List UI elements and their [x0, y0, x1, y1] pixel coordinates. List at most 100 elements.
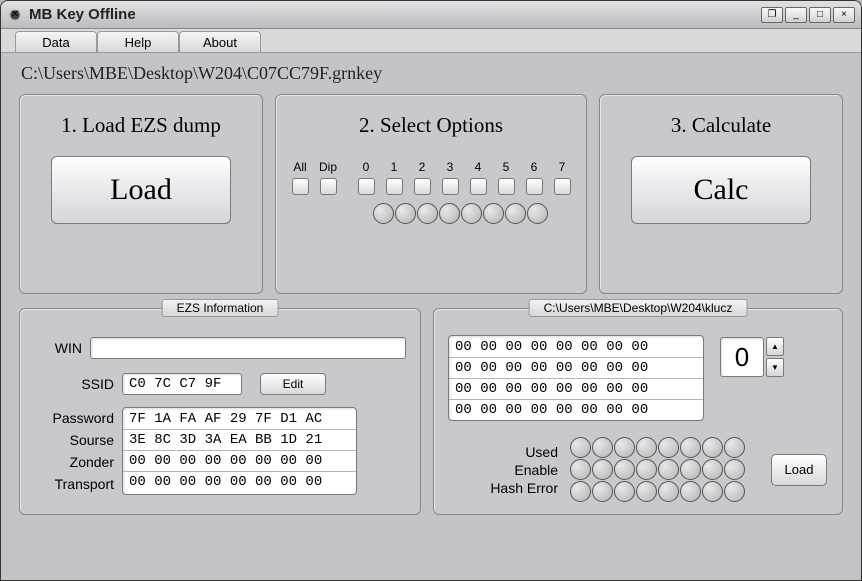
panel-load-title: 1. Load EZS dump — [61, 113, 221, 138]
sourse-value[interactable]: 3E 8C 3D 3A EA BB 1D 21 — [123, 432, 328, 448]
zonder-value[interactable]: 00 00 00 00 00 00 00 00 — [123, 453, 328, 469]
opt-head-7: 7 — [559, 160, 566, 176]
checkbox-3[interactable] — [442, 178, 459, 195]
klucz-row-2[interactable]: 00 00 00 00 00 00 00 00 — [449, 381, 654, 397]
used-dot-7 — [724, 437, 745, 458]
edit-button[interactable]: Edit — [260, 373, 326, 395]
opt-head-5: 5 — [503, 160, 510, 176]
app-icon: ✕ — [7, 7, 23, 23]
enable-dot-0 — [570, 459, 591, 480]
opt-head-3: 3 — [447, 160, 454, 176]
enable-dot-7 — [724, 459, 745, 480]
checkbox-2[interactable] — [414, 178, 431, 195]
klucz-load-button[interactable]: Load — [771, 454, 827, 486]
used-dot-1 — [592, 437, 613, 458]
hasherr-dot-4 — [658, 481, 679, 502]
titlebar-extra-button[interactable]: ❐ — [761, 7, 783, 23]
close-button[interactable]: × — [833, 7, 855, 23]
minimize-button[interactable]: _ — [785, 7, 807, 23]
status-dot-7 — [527, 203, 548, 224]
load-button[interactable]: Load — [51, 156, 231, 224]
panel-options-title: 2. Select Options — [359, 113, 503, 138]
password-value[interactable]: 7F 1A FA AF 29 7F D1 AC — [123, 411, 328, 427]
menubar: Data Help About — [1, 29, 861, 53]
status-dot-1 — [395, 203, 416, 224]
password-label: Password — [34, 407, 122, 429]
spinner-down-button[interactable]: ▼ — [766, 358, 784, 377]
checkbox-4[interactable] — [470, 178, 487, 195]
checkbox-all[interactable] — [292, 178, 309, 195]
enable-dot-6 — [702, 459, 723, 480]
spinner-up-button[interactable]: ▲ — [766, 337, 784, 356]
panel-calculate-title: 3. Calculate — [671, 113, 771, 138]
hasherr-dot-6 — [702, 481, 723, 502]
checkbox-dip[interactable] — [320, 178, 337, 195]
win-input[interactable] — [90, 337, 406, 359]
opt-head-all: All — [293, 160, 306, 176]
status-dot-6 — [505, 203, 526, 224]
ezs-group-title: EZS Information — [162, 299, 279, 317]
klucz-row-0[interactable]: 00 00 00 00 00 00 00 00 — [449, 339, 654, 355]
maximize-button[interactable]: □ — [809, 7, 831, 23]
hasherr-dot-2 — [614, 481, 635, 502]
used-dot-6 — [702, 437, 723, 458]
app-window: ✕ MB Key Offline ❐ _ □ × Data Help About… — [0, 0, 862, 581]
enable-dot-4 — [658, 459, 679, 480]
hasherr-dot-5 — [680, 481, 701, 502]
zonder-label: Zonder — [34, 451, 122, 473]
opt-head-4: 4 — [475, 160, 482, 176]
enable-dot-2 — [614, 459, 635, 480]
transport-label: Transport — [34, 473, 122, 495]
enable-dot-5 — [680, 459, 701, 480]
win-label: WIN — [34, 340, 90, 356]
hasherr-dot-0 — [570, 481, 591, 502]
panel-options: 2. Select Options All Dip 0 1 2 3 4 5 6 … — [275, 94, 587, 294]
file-path: C:\Users\MBE\Desktop\W204\C07CC79F.grnke… — [21, 63, 843, 84]
status-dot-3 — [439, 203, 460, 224]
checkbox-0[interactable] — [358, 178, 375, 195]
used-dot-2 — [614, 437, 635, 458]
enable-dot-1 — [592, 459, 613, 480]
ssid-input[interactable] — [122, 373, 242, 395]
opt-head-2: 2 — [419, 160, 426, 176]
status-dot-4 — [461, 203, 482, 224]
klucz-row-3[interactable]: 00 00 00 00 00 00 00 00 — [449, 402, 654, 418]
enable-label: Enable — [514, 462, 558, 478]
panel-calculate: 3. Calculate Calc — [599, 94, 843, 294]
ezs-group: EZS Information WIN SSID Edit Password S… — [19, 308, 421, 515]
status-dot-5 — [483, 203, 504, 224]
used-dot-0 — [570, 437, 591, 458]
used-dot-3 — [636, 437, 657, 458]
used-label: Used — [525, 444, 558, 460]
opt-head-0: 0 — [363, 160, 370, 176]
ssid-label: SSID — [34, 376, 122, 392]
klucz-group-title: C:\Users\MBE\Desktop\W204\klucz — [529, 299, 748, 317]
opt-head-6: 6 — [531, 160, 538, 176]
window-title: MB Key Offline — [29, 6, 136, 23]
hasherror-label: Hash Error — [490, 480, 558, 496]
opt-head-1: 1 — [391, 160, 398, 176]
checkbox-5[interactable] — [498, 178, 515, 195]
transport-value[interactable]: 00 00 00 00 00 00 00 00 — [123, 474, 328, 490]
titlebar: ✕ MB Key Offline ❐ _ □ × — [1, 1, 861, 29]
menu-help[interactable]: Help — [97, 31, 179, 52]
calc-button[interactable]: Calc — [631, 156, 811, 224]
hasherr-dot-7 — [724, 481, 745, 502]
spinner-value[interactable]: 0 — [720, 337, 764, 377]
checkbox-7[interactable] — [554, 178, 571, 195]
sourse-label: Sourse — [34, 429, 122, 451]
opt-head-dip: Dip — [319, 160, 337, 176]
klucz-row-1[interactable]: 00 00 00 00 00 00 00 00 — [449, 360, 654, 376]
menu-data[interactable]: Data — [15, 31, 97, 52]
hasherr-dot-1 — [592, 481, 613, 502]
checkbox-1[interactable] — [386, 178, 403, 195]
enable-dot-3 — [636, 459, 657, 480]
status-dot-2 — [417, 203, 438, 224]
hasherr-dot-3 — [636, 481, 657, 502]
used-dot-5 — [680, 437, 701, 458]
checkbox-6[interactable] — [526, 178, 543, 195]
used-dot-4 — [658, 437, 679, 458]
klucz-group: C:\Users\MBE\Desktop\W204\klucz 00 00 00… — [433, 308, 843, 515]
menu-about[interactable]: About — [179, 31, 261, 52]
panel-load: 1. Load EZS dump Load — [19, 94, 263, 294]
